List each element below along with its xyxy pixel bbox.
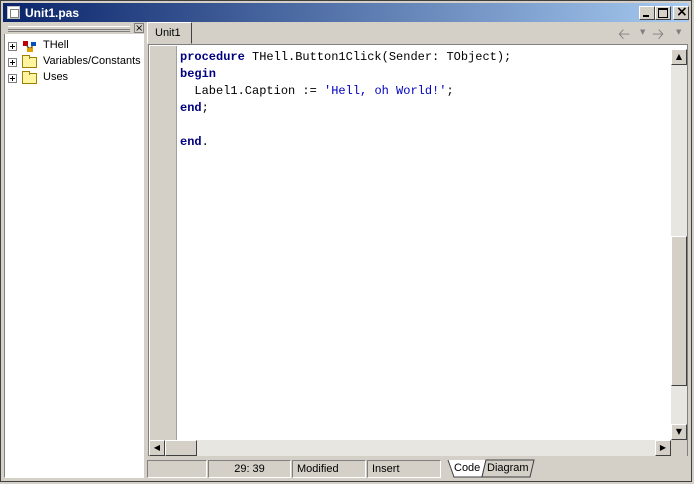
maximize-button[interactable]	[655, 6, 671, 20]
folder-icon	[22, 71, 37, 84]
close-button[interactable]	[673, 4, 689, 20]
scroll-up-icon[interactable]: ▲	[671, 49, 687, 65]
code-token: .	[201, 135, 209, 149]
status-bar: 29: 39 Modified Insert	[147, 460, 688, 479]
code-line[interactable]: procedure THell.Button1Click(Sender: TOb…	[180, 49, 511, 66]
tree-item-uses[interactable]: Uses	[6, 70, 142, 86]
vertical-scrollbar[interactable]: ▲ ▼	[671, 49, 687, 440]
horizontal-scroll-thumb[interactable]	[165, 440, 197, 456]
structure-panel-header: ×	[4, 22, 144, 34]
code-line[interactable]	[180, 117, 511, 134]
horizontal-scrollbar[interactable]: ◀ ▶	[149, 440, 671, 456]
code-keyword: procedure	[180, 50, 245, 64]
class-icon	[23, 41, 36, 52]
code-token: Label1.Caption :=	[180, 84, 325, 98]
structure-panel	[4, 22, 144, 478]
vertical-scroll-thumb[interactable]	[671, 236, 687, 386]
tree-item-variables-constants[interactable]: Variables/Constants	[6, 54, 142, 70]
tree-item-thell[interactable]: THell	[6, 38, 142, 54]
code-line[interactable]: begin	[180, 66, 511, 83]
navigation-arrows: 🡠 ▼ 🡢 ▼	[612, 24, 688, 43]
status-panel-empty	[147, 460, 207, 478]
scroll-corner	[671, 440, 687, 456]
window-title: Unit1.pas	[25, 6, 80, 20]
title-bar[interactable]: Unit1.pas	[3, 3, 689, 22]
expand-icon[interactable]	[8, 42, 17, 51]
scroll-left-icon[interactable]: ◀	[149, 440, 165, 456]
back-dropdown-icon[interactable]: ▼	[640, 28, 645, 36]
code-line[interactable]: end;	[180, 100, 511, 117]
view-tabs: Code Diagram	[446, 459, 546, 479]
folder-icon	[22, 55, 37, 68]
code-line[interactable]: end.	[180, 134, 511, 151]
code-string: 'Hell, oh World!'	[324, 84, 447, 98]
tree-item-label: Uses	[43, 71, 69, 83]
forward-dropdown-icon[interactable]: ▼	[676, 28, 681, 36]
tab-diagram[interactable]: Diagram	[484, 460, 532, 477]
code-text[interactable]: procedure THell.Button1Click(Sender: TOb…	[180, 49, 511, 151]
editor-tab-bar: Unit1	[147, 22, 690, 44]
code-editor[interactable]: procedure THell.Button1Click(Sender: TOb…	[148, 44, 688, 456]
minimize-button[interactable]	[639, 6, 655, 20]
code-keyword: end	[180, 101, 202, 115]
editor-gutter[interactable]	[150, 46, 177, 441]
code-keyword: begin	[180, 67, 217, 81]
panel-close-icon[interactable]: ×	[134, 23, 144, 34]
cursor-position: 29: 39	[208, 460, 291, 478]
code-token: ;	[201, 101, 209, 115]
scroll-right-icon[interactable]: ▶	[655, 440, 671, 456]
tree-item-label: THell	[43, 39, 69, 51]
code-keyword: end	[180, 135, 202, 149]
panel-grip[interactable]	[8, 26, 130, 32]
tree-item-label: Variables/Constants	[43, 55, 141, 67]
code-token: THell.Button1Click(Sender: TObject);	[244, 50, 512, 64]
expand-icon[interactable]	[8, 58, 17, 67]
scroll-down-icon[interactable]: ▼	[671, 424, 687, 440]
code-line[interactable]: Label1.Caption := 'Hell, oh World!';	[180, 83, 511, 100]
modified-status: Modified	[292, 460, 366, 478]
tab-label: Unit1	[155, 27, 181, 39]
expand-icon[interactable]	[8, 74, 17, 83]
structure-tree: THell Variables/Constants Uses	[6, 38, 142, 86]
document-icon	[7, 6, 20, 19]
insert-mode-status: Insert	[367, 460, 441, 478]
tab-unit1[interactable]: Unit1	[147, 22, 192, 44]
code-token: ;	[446, 84, 454, 98]
tab-code[interactable]: Code	[451, 460, 483, 477]
